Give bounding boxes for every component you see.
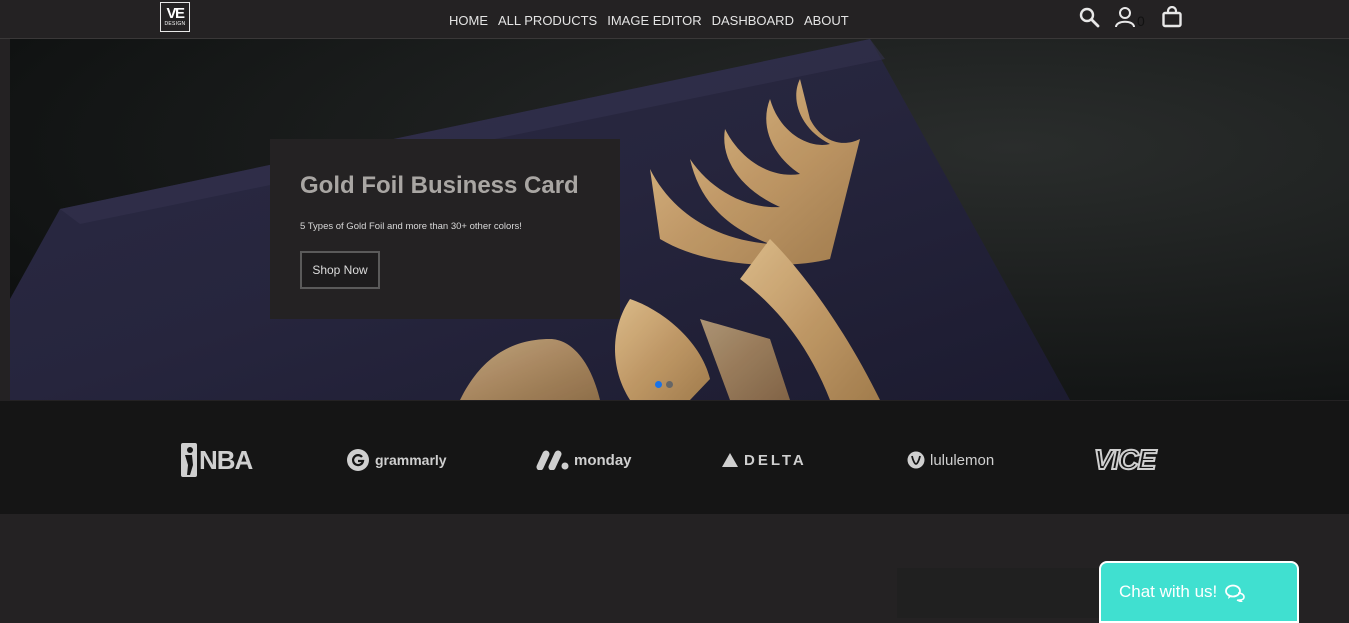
hero-subtitle: 5 Types of Gold Foil and more than 30+ o…	[300, 221, 522, 232]
nav-home[interactable]: HOME	[449, 13, 488, 28]
hero-title: Gold Foil Business Card	[300, 172, 579, 199]
brand-delta: DELTA	[722, 445, 807, 475]
chat-widget-button[interactable]: Chat with us!	[1099, 561, 1299, 623]
nav-dashboard[interactable]: DASHBOARD	[712, 13, 794, 28]
slider-dot-2[interactable]	[666, 381, 673, 388]
grammarly-logo-icon	[347, 449, 369, 471]
brand-nba: NBA	[181, 443, 253, 477]
nav-all-products[interactable]: ALL PRODUCTS	[498, 13, 597, 28]
hero-slider[interactable]	[10, 39, 1349, 400]
user-icon[interactable]	[1113, 5, 1137, 29]
hero-image	[10, 39, 1349, 400]
brand-lululemon-label: lululemon	[930, 451, 995, 469]
brand-monday: monday	[536, 445, 632, 475]
hero-caption-panel: Gold Foil Business Card 5 Types of Gold …	[270, 139, 620, 319]
brand-grammarly: grammarly	[346, 445, 447, 475]
brand-lululemon: lululemon	[907, 445, 994, 475]
brand-monday-label: monday	[574, 451, 632, 469]
nav-image-editor[interactable]: IMAGE EDITOR	[607, 13, 701, 28]
cart-count: 0	[1137, 13, 1145, 29]
brand-logos-strip: NBA grammarly monday DELTA lululemon VIC…	[0, 401, 1349, 514]
brand-grammarly-label: grammarly	[375, 452, 447, 468]
top-navbar: VE DESIGN HOME ALL PRODUCTS IMAGE EDITOR…	[0, 0, 1349, 39]
section-shade	[897, 568, 1117, 618]
chat-label: Chat with us!	[1119, 582, 1218, 601]
nav-about[interactable]: ABOUT	[804, 13, 849, 28]
nba-logo-icon	[181, 443, 197, 477]
monday-logo-icon	[536, 450, 569, 470]
site-logo[interactable]: VE DESIGN	[160, 2, 190, 32]
chat-bubbles-icon	[1225, 584, 1245, 602]
search-icon[interactable]	[1078, 6, 1100, 28]
shop-now-button[interactable]: Shop Now	[300, 251, 380, 289]
main-nav: HOME ALL PRODUCTS IMAGE EDITOR DASHBOARD…	[449, 13, 849, 28]
logo-text: VE	[166, 5, 185, 22]
brand-vice: VICE	[1093, 443, 1157, 476]
slider-dots	[655, 381, 673, 388]
brand-delta-label: DELTA	[744, 451, 807, 469]
logo-subtext: DESIGN	[164, 21, 186, 27]
lululemon-logo-icon	[907, 451, 925, 469]
slider-dot-1[interactable]	[655, 381, 662, 388]
delta-logo-icon	[722, 453, 738, 467]
brand-vice-label: VICE	[1093, 443, 1157, 476]
cart-icon[interactable]	[1161, 6, 1183, 28]
hero-gutter	[0, 39, 10, 400]
brand-nba-label: NBA	[199, 444, 253, 475]
